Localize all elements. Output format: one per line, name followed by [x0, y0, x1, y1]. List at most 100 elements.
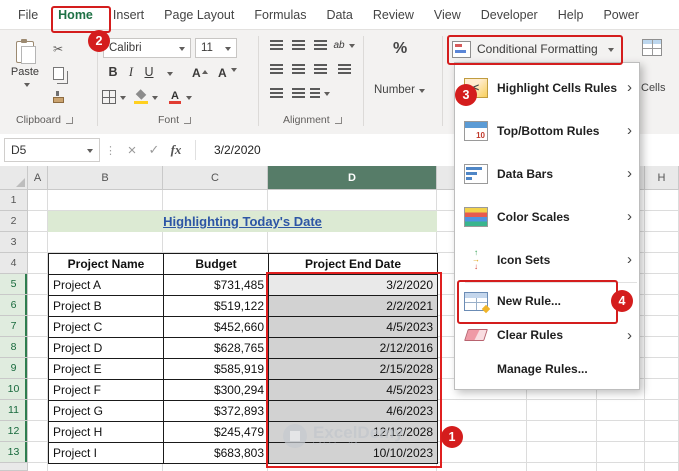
cell-D5[interactable]: 3/2/2020	[269, 275, 438, 296]
align-left-button[interactable]	[266, 60, 286, 78]
cell-D13[interactable]: 10/10/2023	[269, 443, 438, 464]
cell-B6[interactable]: Project B	[49, 296, 164, 317]
bold-button[interactable]: B	[104, 62, 122, 82]
copy-button[interactable]	[46, 62, 70, 84]
dialog-launcher-icon[interactable]	[65, 116, 73, 124]
font-name-select[interactable]: Calibri	[103, 38, 191, 58]
cell-B8[interactable]: Project D	[49, 338, 164, 359]
row-header-2[interactable]: 2	[0, 211, 28, 232]
tab-formulas[interactable]: Formulas	[244, 0, 316, 30]
menu-item-top-bottom-rules[interactable]: 10 Top/Bottom Rules	[455, 109, 639, 152]
cell-D10[interactable]: 4/5/2023	[269, 380, 438, 401]
menu-item-highlight-cells-rules[interactable]: < Highlight Cells Rules	[455, 66, 639, 109]
tab-review[interactable]: Review	[363, 0, 424, 30]
cell-B9[interactable]: Project E	[49, 359, 164, 380]
sheet-title-cell[interactable]: Highlighting Today's Date	[48, 211, 437, 232]
paste-button[interactable]: Paste	[8, 35, 42, 111]
tab-insert[interactable]: Insert	[103, 0, 154, 30]
row-header-8[interactable]: 8	[0, 337, 28, 358]
number-format-select[interactable]: Number	[374, 84, 425, 96]
align-top-button[interactable]	[266, 36, 286, 54]
cell-B10[interactable]: Project F	[49, 380, 164, 401]
menu-item-color-scales[interactable]: Color Scales	[455, 195, 639, 238]
menu-item-clear-rules[interactable]: Clear Rules	[455, 318, 639, 352]
align-bottom-button[interactable]	[310, 36, 330, 54]
cell-C12[interactable]: $245,479	[164, 422, 269, 443]
cell-C5[interactable]: $731,485	[164, 275, 269, 296]
cell-D7[interactable]: 4/5/2023	[269, 317, 438, 338]
column-header-C[interactable]: C	[163, 166, 268, 190]
cell-D11[interactable]: 4/6/2023	[269, 401, 438, 422]
insert-function-icon[interactable]: fx	[165, 142, 187, 158]
cell-C6[interactable]: $519,122	[164, 296, 269, 317]
cancel-icon[interactable]	[121, 142, 143, 159]
formula-bar-input[interactable]: 3/2/2020	[214, 143, 261, 157]
tab-file[interactable]: File	[8, 0, 48, 30]
cell-C9[interactable]: $585,919	[164, 359, 269, 380]
row-header-13[interactable]: 13	[0, 442, 28, 463]
tab-help[interactable]: Help	[548, 0, 594, 30]
name-box[interactable]: D5	[4, 138, 100, 162]
row-header-3[interactable]: 3	[0, 232, 28, 253]
grow-font-button[interactable]: A	[192, 66, 208, 80]
decrease-indent-button[interactable]	[266, 84, 286, 102]
cell-C11[interactable]: $372,893	[164, 401, 269, 422]
row-header-11[interactable]: 11	[0, 400, 28, 421]
format-painter-button[interactable]	[46, 86, 70, 108]
cut-button[interactable]: ✂	[46, 38, 70, 60]
orientation-button[interactable]: ab	[333, 36, 355, 54]
column-header-A[interactable]: A	[28, 166, 48, 190]
cell-B13[interactable]: Project I	[49, 443, 164, 464]
cell-B11[interactable]: Project G	[49, 401, 164, 422]
tab-data[interactable]: Data	[316, 0, 362, 30]
tab-home[interactable]: Home	[48, 0, 103, 30]
cell-C8[interactable]: $628,765	[164, 338, 269, 359]
tab-view[interactable]: View	[424, 0, 471, 30]
cell-C13[interactable]: $683,803	[164, 443, 269, 464]
cell-B5[interactable]: Project A	[49, 275, 164, 296]
cell-D4[interactable]: Project End Date	[269, 254, 438, 275]
cell-D6[interactable]: 2/2/2021	[269, 296, 438, 317]
cell-D8[interactable]: 2/12/2016	[269, 338, 438, 359]
dialog-launcher-icon[interactable]	[334, 116, 342, 124]
cell-D12[interactable]: 12/12/2028	[269, 422, 438, 443]
cell-C10[interactable]: $300,294	[164, 380, 269, 401]
underline-options-button[interactable]	[156, 62, 180, 84]
borders-button[interactable]	[102, 86, 126, 108]
italic-button[interactable]: I	[122, 62, 140, 82]
cell-B7[interactable]: Project C	[49, 317, 164, 338]
row-header-4[interactable]: 4	[0, 253, 28, 274]
menu-item-manage-rules[interactable]: Manage Rules...	[455, 352, 639, 386]
increase-indent-button[interactable]	[288, 84, 308, 102]
row-header-12[interactable]: 12	[0, 421, 28, 442]
row-header-10[interactable]: 10	[0, 379, 28, 400]
dialog-launcher-icon[interactable]	[184, 116, 192, 124]
cell-D9[interactable]: 2/15/2028	[269, 359, 438, 380]
cell-C4[interactable]: Budget	[164, 254, 269, 275]
column-header-H[interactable]: H	[645, 166, 679, 190]
tab-page-layout[interactable]: Page Layout	[154, 0, 244, 30]
tab-developer[interactable]: Developer	[471, 0, 548, 30]
row-header-9[interactable]: 9	[0, 358, 28, 379]
align-right-button[interactable]	[310, 60, 330, 78]
menu-item-new-rule[interactable]: New Rule...	[455, 284, 639, 318]
cell-B12[interactable]: Project H	[49, 422, 164, 443]
tab-power[interactable]: Power	[593, 0, 648, 30]
align-middle-button[interactable]	[288, 36, 308, 54]
shrink-font-button[interactable]: A	[218, 66, 237, 80]
row-header-1[interactable]: 1	[0, 190, 28, 211]
select-all-button[interactable]	[0, 166, 28, 190]
enter-icon[interactable]	[143, 142, 165, 158]
font-size-select[interactable]: 11	[195, 38, 237, 58]
row-header-5[interactable]: 5	[0, 274, 28, 295]
column-header-B[interactable]: B	[48, 166, 163, 190]
merge-center-button[interactable]	[310, 84, 330, 102]
row-header-7[interactable]: 7	[0, 316, 28, 337]
font-color-button[interactable]: A	[168, 86, 192, 108]
wrap-text-button[interactable]	[334, 60, 354, 78]
percent-style-button[interactable]: %	[393, 40, 407, 58]
fill-color-button[interactable]	[134, 86, 158, 108]
menu-item-data-bars[interactable]: Data Bars	[455, 152, 639, 195]
cells-button[interactable]	[640, 36, 664, 58]
cell-C7[interactable]: $452,660	[164, 317, 269, 338]
